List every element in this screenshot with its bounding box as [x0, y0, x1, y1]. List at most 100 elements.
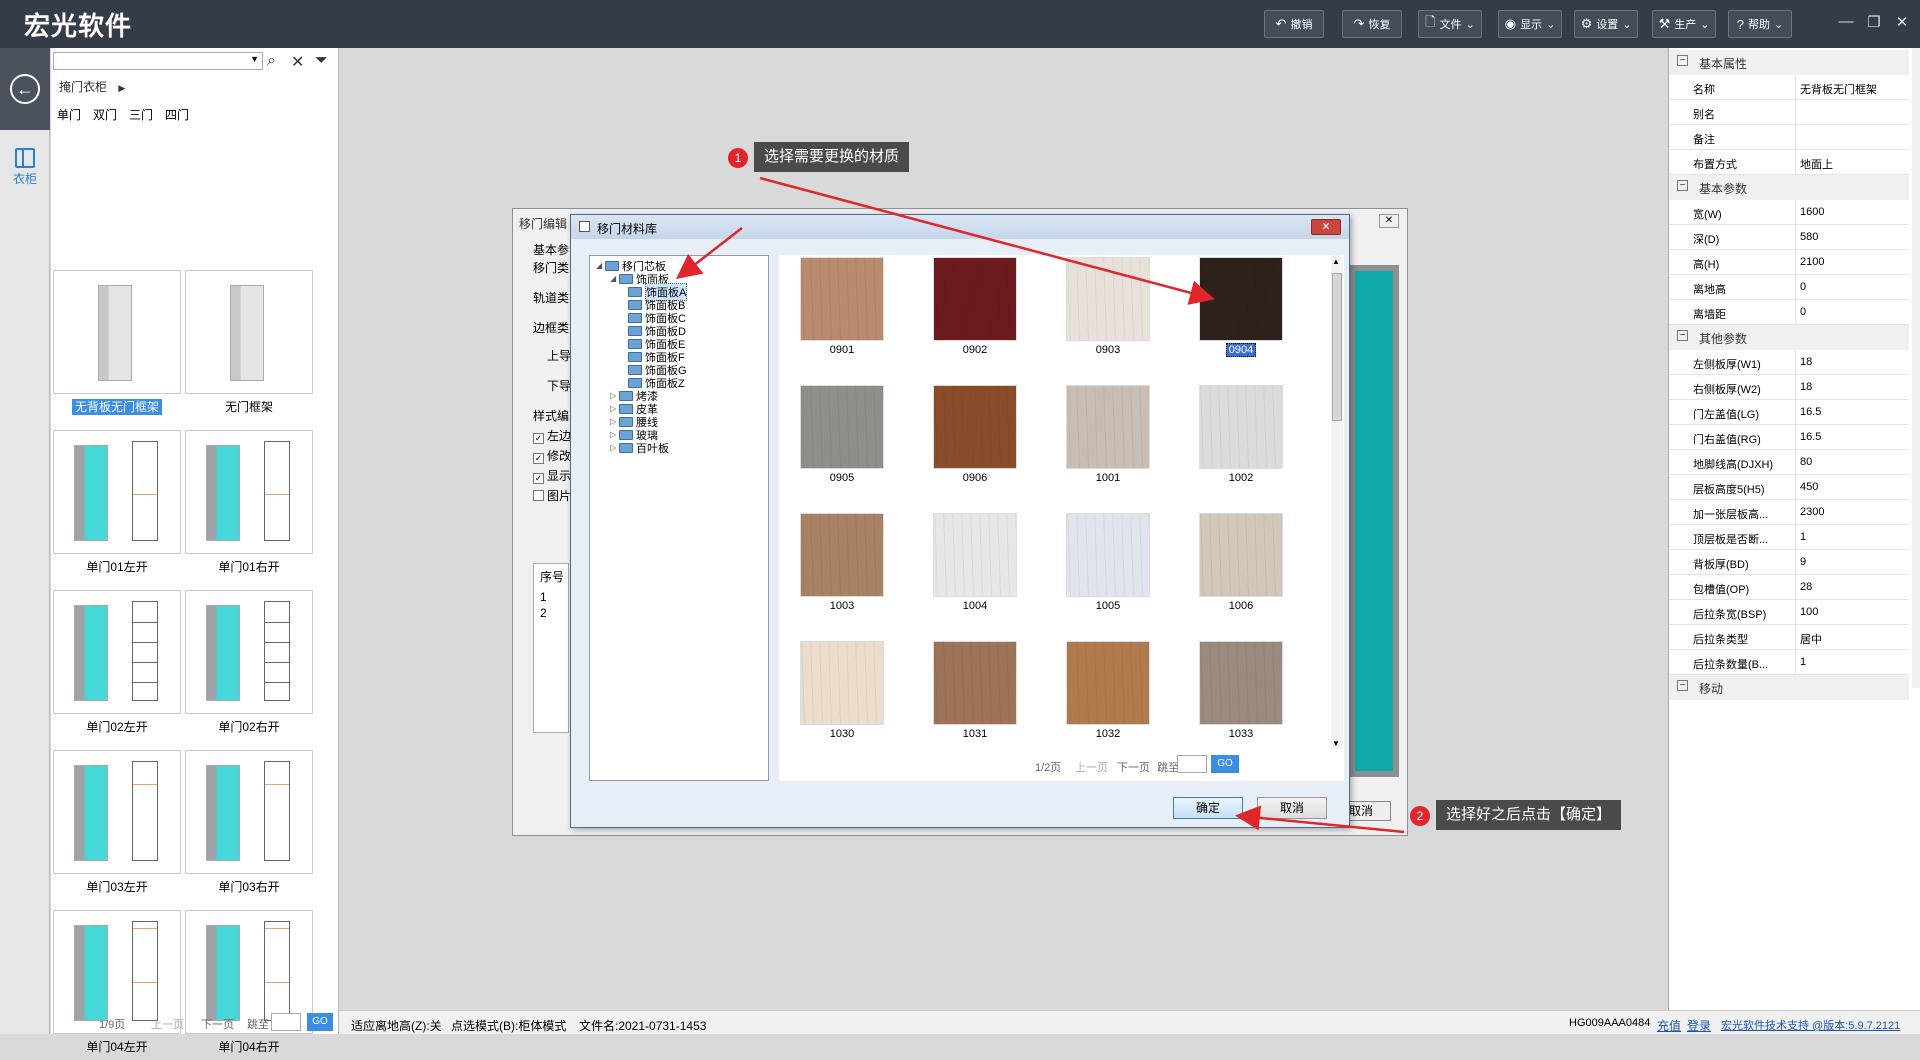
help-menu-button[interactable]: ? 帮助 ⌄ [1728, 10, 1792, 38]
expand-icon[interactable]: ▷ [610, 443, 619, 452]
scroll-down-icon[interactable]: ▼ [1332, 739, 1340, 748]
prev-page-link[interactable]: 上一页 [1075, 759, 1108, 775]
go-button[interactable]: GO [1211, 755, 1239, 773]
property-row[interactable]: 名称 无背板无门框架 [1669, 75, 1909, 100]
property-row[interactable]: 高(H) 2100 [1669, 250, 1909, 275]
tab-single-door[interactable]: 单门 [57, 106, 81, 123]
support-link[interactable]: 宏光软件技术支持 @版本:5.9.7.2121 [1721, 1017, 1900, 1033]
cabinet-item[interactable]: 单门04左开 [53, 910, 181, 1060]
property-section[interactable]: − 其他参数 [1669, 325, 1909, 350]
property-row[interactable]: 离地高 0 [1669, 275, 1909, 300]
prev-page-link[interactable]: 上一页 [151, 1016, 184, 1032]
scroll-up-icon[interactable]: ▲ [1332, 257, 1340, 266]
settings-menu-button[interactable]: ⚙ 设置 ⌄ [1574, 10, 1638, 38]
dropdown-arrow-icon[interactable]: ▼ [250, 54, 259, 64]
restore-icon[interactable]: ❐ [1862, 13, 1886, 31]
property-row[interactable]: 门左盖值(LG) 16.5 [1669, 400, 1909, 425]
material-scrollbar[interactable]: ▲ ▼ [1331, 255, 1343, 749]
tab-double-door[interactable]: 双门 [93, 106, 117, 123]
cabinet-item[interactable]: 单门04右开 [185, 910, 313, 1060]
property-value[interactable]: 18 [1795, 375, 1909, 400]
property-value[interactable]: 居中 [1795, 625, 1909, 650]
property-row[interactable]: 右侧板厚(W2) 18 [1669, 375, 1909, 400]
property-section[interactable]: − 移动 [1669, 675, 1909, 700]
checkbox-modify[interactable]: ✓ 修改 [533, 447, 571, 464]
property-value[interactable]: 16.5 [1795, 425, 1909, 450]
undo-button[interactable]: ↶ 撤销 [1264, 10, 1324, 38]
material-tile[interactable]: 1032 [1053, 641, 1163, 741]
property-value[interactable]: 18 [1795, 350, 1909, 375]
material-tile[interactable]: 0903 [1053, 257, 1163, 357]
tab-three-door[interactable]: 三门 [129, 106, 153, 123]
property-value[interactable]: 28 [1795, 575, 1909, 600]
property-section[interactable]: − 基本属性 [1669, 50, 1909, 75]
ok-button[interactable]: 确定 [1173, 797, 1243, 819]
close-window-icon[interactable]: ✕ [1890, 13, 1914, 31]
cabinet-item[interactable]: 单门01左开 [53, 430, 181, 580]
back-button[interactable]: ← [0, 48, 50, 130]
property-row[interactable]: 地脚线高(DJXH) 80 [1669, 450, 1909, 475]
recharge-link[interactable]: 充值 [1657, 1017, 1681, 1034]
property-row[interactable]: 宽(W) 1600 [1669, 200, 1909, 225]
material-tile[interactable]: 1006 [1186, 513, 1296, 613]
property-row[interactable]: 加一张层板高... 2300 [1669, 500, 1909, 525]
tab-four-door[interactable]: 四门 [165, 106, 189, 123]
material-tile[interactable]: 0906 [920, 385, 1030, 485]
clear-icon[interactable]: ✕ [291, 52, 304, 72]
expand-icon[interactable]: ▷ [610, 417, 619, 426]
checkbox-image[interactable]: 图片 [533, 487, 571, 504]
property-value[interactable]: 2100 [1795, 250, 1909, 275]
cabinet-item[interactable]: 单门01右开 [185, 430, 313, 580]
property-value[interactable]: 16.5 [1795, 400, 1909, 425]
property-value[interactable]: 100 [1795, 600, 1909, 625]
property-row[interactable]: 层板高度5(H5) 450 [1669, 475, 1909, 500]
cabinet-item[interactable]: 单门02左开 [53, 590, 181, 740]
property-value[interactable]: 1 [1795, 525, 1909, 550]
property-row[interactable]: 布置方式 地面上 [1669, 150, 1909, 175]
property-row[interactable]: 深(D) 580 [1669, 225, 1909, 250]
material-tile[interactable]: 0904 [1186, 257, 1296, 357]
status-fit-height[interactable]: 适应离地高(Z):关 [351, 1017, 442, 1034]
property-value[interactable] [1795, 125, 1909, 150]
dialog-close-button[interactable]: ✕ [1311, 219, 1341, 235]
material-tile[interactable]: 1003 [787, 513, 897, 613]
collapse-icon[interactable]: ◢ [596, 261, 605, 270]
expand-icon[interactable]: ▷ [610, 404, 619, 413]
collapse-icon[interactable]: − [1677, 330, 1688, 341]
property-row[interactable]: 后拉条类型 居中 [1669, 625, 1909, 650]
property-row[interactable]: 别名 [1669, 100, 1909, 125]
redo-button[interactable]: ↷ 恢复 [1342, 10, 1402, 38]
go-button[interactable]: GO [307, 1013, 333, 1031]
filter-icon[interactable]: ⏷ [315, 52, 328, 70]
next-page-link[interactable]: 下一页 [201, 1016, 234, 1032]
material-tile[interactable]: 1033 [1186, 641, 1296, 741]
property-row[interactable]: 顶层板是否断... 1 [1669, 525, 1909, 550]
cabinet-item[interactable]: 单门02右开 [185, 590, 313, 740]
jump-page-input[interactable] [271, 1013, 301, 1031]
cabinet-item[interactable]: 无门框架 [185, 270, 313, 420]
checkbox-display[interactable]: ✓ 显示 [533, 467, 571, 484]
login-link[interactable]: 登录 [1687, 1017, 1711, 1034]
table-row[interactable]: 1 [540, 590, 547, 604]
property-value[interactable]: 580 [1795, 225, 1909, 250]
property-value[interactable] [1795, 100, 1909, 125]
expand-icon[interactable]: ▷ [610, 430, 619, 439]
production-menu-button[interactable]: ⚒ 生产 ⌄ [1652, 10, 1716, 38]
jump-page-input[interactable] [1177, 755, 1207, 773]
material-tile[interactable]: 0902 [920, 257, 1030, 357]
property-value[interactable]: 地面上 [1795, 150, 1909, 175]
material-tile[interactable]: 1004 [920, 513, 1030, 613]
status-select-mode[interactable]: 点选模式(B):柜体模式 [451, 1017, 566, 1034]
table-row[interactable]: 2 [540, 606, 547, 620]
material-tile[interactable]: 1001 [1053, 385, 1163, 485]
scroll-thumb[interactable] [1332, 273, 1342, 421]
next-page-link[interactable]: 下一页 [1117, 759, 1150, 775]
file-menu-button[interactable]: 🗋 文件 ⌄ [1418, 10, 1482, 38]
collapse-icon[interactable]: ◢ [610, 274, 619, 283]
property-value[interactable]: 2300 [1795, 500, 1909, 525]
minimize-icon[interactable]: — [1834, 13, 1858, 30]
property-section[interactable]: − 基本参数 [1669, 175, 1909, 200]
property-row[interactable]: 备注 [1669, 125, 1909, 150]
property-row[interactable]: 后拉条数量(B... 1 [1669, 650, 1909, 675]
search-input[interactable]: ▼ [53, 52, 263, 70]
